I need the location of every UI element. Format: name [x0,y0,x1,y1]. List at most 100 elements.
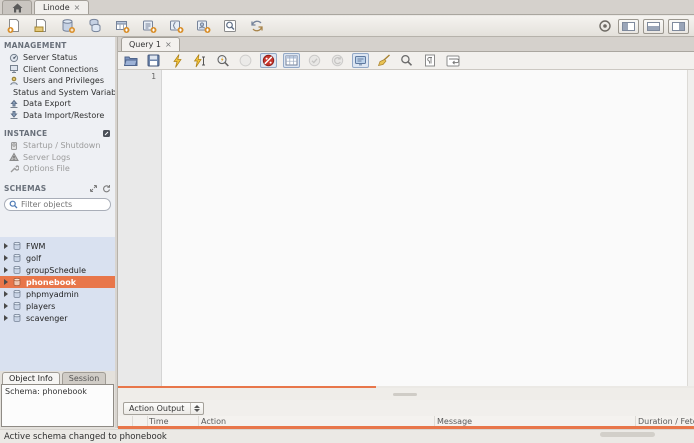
new-query-tab-icon[interactable] [5,18,23,35]
new-user-icon[interactable] [194,18,212,35]
schema-icon [12,253,22,263]
bottom-panel-icon [647,22,660,31]
home-tab[interactable] [2,0,32,14]
beautify-sql-icon[interactable] [375,53,392,68]
tab-session[interactable]: Session [62,372,107,384]
tab-object-info[interactable]: Object Info [2,372,60,384]
expander-icon[interactable] [4,243,8,249]
column-header-message[interactable]: Message [437,417,652,426]
save-icon[interactable] [145,53,162,68]
status-message: Active schema changed to phonebook [4,432,167,442]
sidebar-item-server-logs[interactable]: Server Logs [0,152,115,164]
object-info-content: Schema: phonebook [1,384,114,427]
line-number: 1 [151,72,156,81]
sidebar-item-client-connections[interactable]: Client Connections [0,64,115,76]
query-tab-close-icon[interactable]: × [165,40,172,49]
startup-shutdown-icon [9,141,19,151]
right-panel-icon [672,22,685,31]
output-splitter[interactable] [118,388,694,400]
column-header-duration-fetch[interactable]: Duration / Fetch [638,417,694,426]
expander-icon[interactable] [4,291,8,297]
splitter-grip[interactable] [393,393,417,396]
toggle-autocommit-icon[interactable] [352,53,369,68]
new-view-icon[interactable] [113,18,131,35]
schema-row-groupschedule[interactable]: groupSchedule [0,264,115,276]
schema-icon [12,313,22,323]
sidebar-item-options-file[interactable]: Options File [0,163,115,175]
client-connections-icon [9,64,19,74]
sidebar-item-status-system-variables[interactable]: Status and System Variables [0,87,115,99]
main-toolbar [0,16,694,37]
toggle-bottom-panel-button[interactable] [643,19,664,34]
column-header-time[interactable]: Time [149,417,199,426]
schema-row-phonebook[interactable]: phonebook [0,276,115,288]
stop-icon[interactable] [237,53,254,68]
connection-tab-close-icon[interactable]: × [74,3,81,12]
limit-rows-icon[interactable] [283,53,300,68]
horizontal-scrollbar-thumb[interactable] [600,432,655,437]
expander-icon[interactable] [4,315,8,321]
schema-row-fwm[interactable]: FWM [0,240,115,252]
open-sql-script-icon[interactable] [32,18,50,35]
schema-row-scavenger[interactable]: scavenger [0,312,115,324]
schema-filter-input[interactable] [21,200,105,209]
instance-section-header: INSTANCE [0,125,115,140]
sidebar-item-server-status[interactable]: Server Status [0,52,115,64]
explain-icon[interactable] [214,53,231,68]
search-settings-icon[interactable] [596,18,614,35]
open-file-icon[interactable] [122,53,139,68]
new-function-icon[interactable] [167,18,185,35]
schema-icon [12,265,22,275]
schema-icon [12,241,22,251]
expander-icon[interactable] [4,255,8,261]
execute-icon[interactable] [168,53,185,68]
new-schema-icon[interactable] [59,18,77,35]
sidebar-item-startup-shutdown[interactable]: Startup / Shutdown [0,140,115,152]
users-icon [9,76,19,86]
schema-row-phpmyadmin[interactable]: phpmyadmin [0,288,115,300]
expander-icon[interactable] [4,303,8,309]
toggle-right-panel-button[interactable] [668,19,689,34]
management-section-header: MANAGEMENT [0,37,115,52]
query-tab-bar: Query 1 × [118,37,694,52]
output-panel-toolbar: Action Output [118,400,694,416]
data-export-icon [9,99,19,109]
new-procedure-icon[interactable] [140,18,158,35]
expand-schemas-icon[interactable] [89,184,98,193]
find-icon[interactable] [398,53,415,68]
data-import-icon [9,110,19,120]
object-info-panel: Object Info Session Schema: phonebook [0,371,115,429]
query-tab[interactable]: Query 1 × [121,37,180,51]
commit-icon[interactable] [306,53,323,68]
toggle-stop-on-error-icon[interactable] [260,53,277,68]
output-view-selector[interactable]: Action Output [123,402,204,415]
connection-tab[interactable]: Linode × [34,0,89,14]
toggle-invisible-characters-icon[interactable] [421,53,438,68]
sidebar-item-data-import-restore[interactable]: Data Import/Restore [0,110,115,122]
sidebar-item-data-export[interactable]: Data Export [0,98,115,110]
reconnect-dbms-icon[interactable] [248,18,266,35]
execute-current-statement-icon[interactable] [191,53,208,68]
sidebar-item-users-and-privileges[interactable]: Users and Privileges [0,75,115,87]
new-table-icon[interactable] [86,18,104,35]
toggle-left-panel-button[interactable] [618,19,639,34]
mysql-workbench-window: Linode × [0,0,694,443]
output-table-header: Time Action Message Duration / Fetch [118,416,694,426]
navigator-sidebar: MANAGEMENT Server Status Client Connecti… [0,37,115,371]
schema-row-golf[interactable]: golf [0,252,115,264]
sql-editor[interactable]: 1 [118,70,694,386]
instance-actions-icon[interactable] [102,129,111,138]
expander-icon[interactable] [4,279,8,285]
selector-stepper-icon[interactable] [190,403,200,414]
schema-row-players[interactable]: players [0,300,115,312]
column-header-action[interactable]: Action [201,417,431,426]
options-file-icon [9,164,19,174]
search-table-data-icon[interactable] [221,18,239,35]
refresh-schemas-icon[interactable] [102,184,111,193]
window-tab-bar: Linode × [0,0,694,15]
toggle-word-wrap-icon[interactable] [444,53,461,68]
expander-icon[interactable] [4,267,8,273]
rollback-icon[interactable] [329,53,346,68]
schema-icon [12,301,22,311]
editor-vertical-scrollbar[interactable] [687,70,694,386]
